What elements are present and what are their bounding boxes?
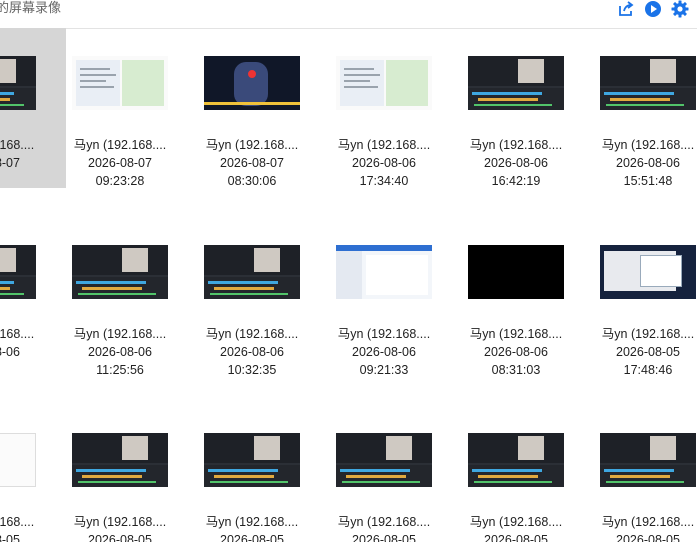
- recording-name: 马yn (192.168....: [337, 327, 431, 341]
- recording-date: 2026-08-05: [0, 533, 20, 542]
- recording-date: 2026-08-05: [88, 533, 152, 542]
- recording-name: 马yn (192.168....: [73, 138, 167, 152]
- recording-name: 马yn (192.168....: [205, 515, 299, 529]
- recording-name: 马yn (192.168....: [469, 327, 563, 341]
- recording-date: 2026-08-06: [352, 156, 416, 170]
- recording-name: 马yn (192.168....: [601, 515, 695, 529]
- recording-date: 2026-08-05: [616, 533, 680, 542]
- recording-name: 马yn (192.168....: [0, 327, 35, 341]
- recording-date: 2026-08-07: [88, 156, 152, 170]
- recording-tile[interactable]: 马yn (192.168.... 2026-08-05: [330, 405, 462, 542]
- toolbar: [617, 0, 689, 18]
- recording-name: 马yn (192.168....: [73, 515, 167, 529]
- recording-thumbnail[interactable]: [0, 245, 36, 299]
- recording-thumbnail[interactable]: [72, 433, 168, 487]
- recording-thumbnail[interactable]: [72, 245, 168, 299]
- recording-name: 马yn (192.168....: [0, 515, 35, 529]
- recording-date: 2026-08-06: [484, 345, 548, 359]
- recording-time: 16: [0, 361, 54, 379]
- recording-time: 16:42:19: [491, 174, 541, 188]
- recording-date: 2026-08-06: [352, 345, 416, 359]
- recording-date: 2026-08-05: [352, 533, 416, 542]
- recording-thumbnail[interactable]: [0, 56, 36, 110]
- recording-date: 2026-08-05: [616, 345, 680, 359]
- recording-name: 马yn (192.168....: [73, 327, 167, 341]
- recording-date: 2026-08-07: [220, 156, 284, 170]
- recording-tile[interactable]: 马yn (192.168.... 2026-08-06 11:25:56: [66, 217, 198, 377]
- recording-time: 00: [0, 172, 54, 190]
- recording-date: 2026-08-06: [88, 345, 152, 359]
- share-icon[interactable]: [617, 0, 635, 18]
- recording-thumbnail[interactable]: [468, 433, 564, 487]
- recording-thumbnail[interactable]: [468, 56, 564, 110]
- recording-name: 马yn (192.168....: [601, 138, 695, 152]
- recording-time: 17:34:40: [359, 174, 409, 188]
- recording-tile[interactable]: 马yn (192.168.... 2026-08-07 08:30:06: [198, 28, 330, 188]
- recording-tile[interactable]: 马yn (192.168.... 2026-08-06 16:42:19: [462, 28, 594, 188]
- recording-name: 马yn (192.168....: [601, 327, 695, 341]
- recording-date: 2026-08-05: [220, 533, 284, 542]
- gear-icon[interactable]: [671, 0, 689, 18]
- recording-date: 2026-08-06: [484, 156, 548, 170]
- play-icon[interactable]: [644, 0, 662, 18]
- recording-time: 10:32:35: [227, 363, 277, 377]
- recording-grid: 马yn (192.168.... 2026-08-07 00 马yn (192.168…: [0, 28, 697, 542]
- recording-tile[interactable]: 马yn (192.168.... 2026-08-06 08:31:03: [462, 217, 594, 377]
- recording-thumbnail[interactable]: [468, 245, 564, 299]
- recording-name: 马yn (192.168....: [337, 515, 431, 529]
- recording-date: 2026-08-06: [0, 345, 20, 359]
- recording-time: 08:31:03: [491, 363, 541, 377]
- top-bar: 的屏幕录像: [0, 0, 697, 29]
- recording-tile[interactable]: 马yn (192.168.... 2026-08-06 15:51:48: [594, 28, 697, 188]
- recording-tile[interactable]: 马yn (192.168.... 2026-08-07 09:23:28: [66, 28, 198, 188]
- recording-date: 2026-08-05: [484, 533, 548, 542]
- recording-tile[interactable]: 马yn (192.168.... 2026-08-05 17:48:46: [594, 217, 697, 377]
- recording-date: 2026-08-06: [220, 345, 284, 359]
- recording-tile[interactable]: 马yn (192.168.... 2026-08-05: [198, 405, 330, 542]
- recording-thumbnail[interactable]: [600, 433, 696, 487]
- recording-thumbnail[interactable]: [600, 245, 696, 299]
- recording-time: 09:23:28: [95, 174, 145, 188]
- recording-date: 2026-08-06: [616, 156, 680, 170]
- recording-thumbnail[interactable]: [336, 433, 432, 487]
- recording-thumbnail[interactable]: [600, 56, 696, 110]
- recording-date: 2026-08-07: [0, 156, 20, 170]
- recording-tile[interactable]: 马yn (192.168.... 2026-08-05: [594, 405, 697, 542]
- recording-thumbnail[interactable]: [0, 433, 36, 487]
- recording-name: 马yn (192.168....: [469, 138, 563, 152]
- recording-time: 15:51:48: [623, 174, 673, 188]
- recording-time: 08:30:06: [227, 174, 277, 188]
- recording-tile[interactable]: 马yn (192.168.... 2026-08-05: [462, 405, 594, 542]
- recording-name: 马yn (192.168....: [205, 327, 299, 341]
- folder-title: 的屏幕录像: [0, 0, 62, 15]
- recording-name: 马yn (192.168....: [469, 515, 563, 529]
- recording-name: 马yn (192.168....: [337, 138, 431, 152]
- recording-thumbnail[interactable]: [336, 56, 432, 110]
- recording-thumbnail[interactable]: [204, 433, 300, 487]
- recording-thumbnail[interactable]: [72, 56, 168, 110]
- recording-time: 17:48:46: [623, 363, 673, 377]
- recording-tile[interactable]: 马yn (192.168.... 2026-08-06 17:34:40: [330, 28, 462, 188]
- recording-time: 09:21:33: [359, 363, 409, 377]
- recording-time: 11:25:56: [96, 363, 144, 377]
- recording-tile[interactable]: 马yn (192.168.... 2026-08-05: [66, 405, 198, 542]
- recording-thumbnail[interactable]: [336, 245, 432, 299]
- recording-thumbnail[interactable]: [204, 56, 300, 110]
- recording-tile[interactable]: 马yn (192.168.... 2026-08-06 10:32:35: [198, 217, 330, 377]
- recording-name: 马yn (192.168....: [0, 138, 35, 152]
- recording-thumbnail[interactable]: [204, 245, 300, 299]
- recording-name: 马yn (192.168....: [205, 138, 299, 152]
- recording-tile[interactable]: 马yn (192.168.... 2026-08-06 09:21:33: [330, 217, 462, 377]
